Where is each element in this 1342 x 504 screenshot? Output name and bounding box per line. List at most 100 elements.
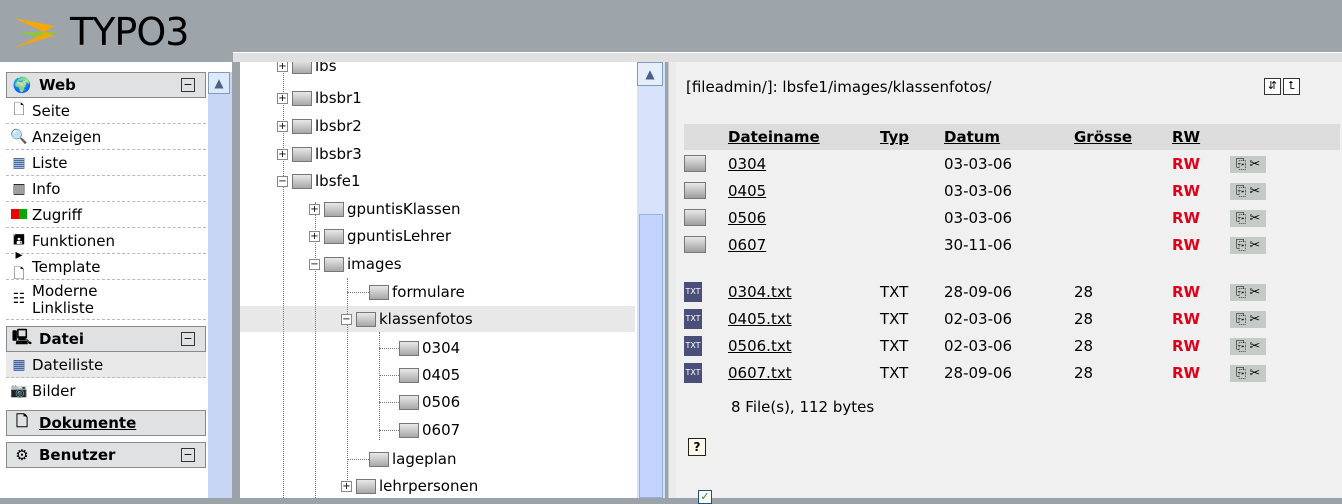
col-header-type[interactable]: Typ [880,124,944,150]
folder-icon[interactable] [684,209,706,226]
module-item-dateiliste[interactable]: ▦ Dateiliste [6,352,206,378]
cut-icon[interactable]: ✂ [1249,184,1260,199]
txt-file-icon[interactable]: TXT [684,335,702,356]
tree-node[interactable]: − lbsfe1 [277,169,361,193]
file-name-link[interactable]: 0405 [728,182,766,200]
cut-icon[interactable]: ✂ [1249,339,1260,354]
refresh-icon[interactable]: ⇵ [1264,78,1281,95]
module-group-datei[interactable]: 🖳 Datei − [6,326,206,352]
col-header-name[interactable]: Dateiname [728,124,880,150]
tree-node-label[interactable]: lbsbr3 [315,145,362,163]
col-header-date[interactable]: Datum [944,124,1074,150]
tree-node[interactable]: 0304 [399,336,460,360]
expand-icon[interactable]: + [277,148,288,160]
cut-icon[interactable]: ✂ [1249,366,1260,381]
collapse-icon[interactable]: − [181,332,195,346]
module-item-liste[interactable]: ▦ Liste [6,150,206,176]
collapse-icon[interactable]: − [277,175,288,187]
tree-node[interactable]: − images [309,252,402,276]
expand-icon[interactable]: + [309,203,320,215]
copy-icon[interactable]: ⎘ [1236,184,1246,199]
cut-icon[interactable]: ✂ [1249,238,1260,253]
tree-node-label[interactable]: images [347,255,402,273]
tree-node-label[interactable]: formulare [392,283,465,301]
tree-node-label[interactable]: gpuntisKlassen [347,200,460,218]
col-header-rw[interactable]: RW [1172,124,1230,150]
copy-icon[interactable]: ⎘ [1236,312,1246,327]
tree-node[interactable]: 0506 [399,390,460,414]
tree-scrollbar[interactable]: ▲ [637,62,665,498]
cut-icon[interactable]: ✂ [1249,285,1260,300]
tree-node-label[interactable]: lehrpersonen [379,477,478,495]
txt-file-icon[interactable]: TXT [684,362,702,383]
tree-node[interactable]: + lbsbr2 [277,114,362,138]
module-group-benutzer[interactable]: ⚙ Benutzer − [6,442,206,468]
file-name-link[interactable]: 0506.txt [728,337,792,355]
module-item-zugriff[interactable]: Zugriff [6,202,206,228]
cut-icon[interactable]: ✂ [1249,157,1260,172]
folder-icon[interactable] [684,182,706,199]
scrollbar-thumb[interactable] [639,214,663,498]
file-name-link[interactable]: 0304.txt [728,283,792,301]
tree-node-label[interactable]: lageplan [392,450,457,468]
module-item-funktionen[interactable]: 🖪 Funktionen [6,228,206,254]
tree-node[interactable]: + lbsbr1 [277,86,362,110]
tree-node[interactable]: + gpuntisKlassen [309,197,460,221]
file-name-link[interactable]: 0506 [728,209,766,227]
tree-node[interactable]: 0405 [399,363,460,387]
tree-node-selected[interactable]: − klassenfotos [341,307,473,331]
copy-icon[interactable]: ⎘ [1236,339,1246,354]
expand-icon[interactable]: + [277,92,288,104]
copy-icon[interactable]: ⎘ [1236,285,1246,300]
checkbox[interactable]: ✓ [698,490,712,504]
collapse-icon[interactable]: − [309,258,320,270]
copy-icon[interactable]: ⎘ [1236,238,1246,253]
tree-node[interactable]: + lbs [277,62,337,78]
txt-file-icon[interactable]: TXT [684,281,702,302]
tree-node[interactable]: formulare [369,280,465,304]
module-item-template[interactable]: ▸🗋 Template [6,247,206,282]
txt-file-icon[interactable]: TXT [684,308,702,329]
tree-node-label[interactable]: gpuntisLehrer [347,227,451,245]
tree-node[interactable]: 0607 [399,418,460,442]
expand-icon[interactable]: + [277,120,288,132]
col-header-size[interactable]: Grösse [1074,124,1172,150]
tree-node-label[interactable]: lbsbr2 [315,117,362,135]
expand-icon[interactable]: + [277,62,288,72]
cut-icon[interactable]: ✂ [1249,312,1260,327]
tree-node-label[interactable]: klassenfotos [379,310,473,328]
module-item-bilder[interactable]: 📷 Bilder [6,378,206,404]
scroll-up-icon[interactable]: ▲ [637,62,663,86]
module-item-info[interactable]: ▥ Info [6,176,206,202]
frame-separator[interactable] [668,62,676,498]
tree-node-label[interactable]: lbsfe1 [315,172,361,190]
module-item-moderne-linkliste[interactable]: ☷ Moderne Linkliste [6,280,206,320]
tree-node-label[interactable]: lbsbr1 [315,89,362,107]
module-item-anzeigen[interactable]: 🔍 Anzeigen [6,124,206,150]
scroll-up-icon[interactable]: ▲ [208,72,230,94]
file-name-link[interactable]: 0304 [728,155,766,173]
tree-node[interactable]: lageplan [369,447,457,471]
folder-icon[interactable] [684,155,706,172]
tree-node[interactable]: + lehrpersonen [341,474,478,498]
tree-node[interactable]: + gpuntisLehrer [309,224,451,248]
tree-node-label[interactable]: 0304 [422,339,460,357]
collapse-icon[interactable]: − [181,78,195,92]
file-name-link[interactable]: 0607 [728,236,766,254]
expand-icon[interactable]: + [309,230,320,242]
folder-icon[interactable] [684,236,706,253]
help-icon[interactable]: ? [688,438,706,456]
tree-node-label[interactable]: 0506 [422,393,460,411]
copy-icon[interactable]: ⎘ [1236,211,1246,226]
tree-node-label[interactable]: 0607 [422,421,460,439]
copy-icon[interactable]: ⎘ [1236,157,1246,172]
module-group-web[interactable]: 🌍 Web − [6,72,206,98]
tree-node-label[interactable]: lbs [315,62,337,75]
collapse-icon[interactable]: − [181,448,195,462]
tree-node-label[interactable]: 0405 [422,366,460,384]
expand-icon[interactable]: + [341,480,352,492]
folder-up-icon[interactable]: ⮤ [1283,78,1300,95]
module-group-dokumente[interactable]: 🗋 Dokumente [6,410,206,436]
module-item-seite[interactable]: 🗋 Seite [6,98,206,124]
cut-icon[interactable]: ✂ [1249,211,1260,226]
